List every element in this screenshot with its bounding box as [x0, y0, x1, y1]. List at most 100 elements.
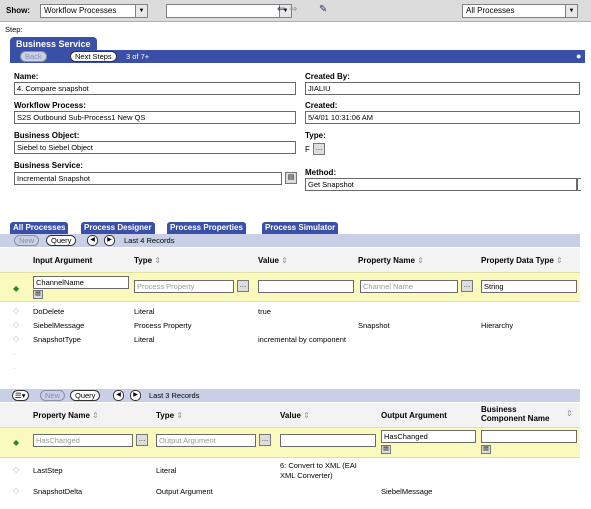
workflow-process-label: Workflow Process: — [14, 101, 86, 110]
created-field[interactable]: 5/4/01 10:31:06 AM — [305, 111, 580, 124]
record-count: 3 of 7+ — [126, 52, 150, 61]
sort-icon: ⇕ — [281, 256, 288, 265]
value-field[interactable] — [258, 280, 354, 293]
tab-process-designer[interactable]: Process Designer — [81, 222, 155, 234]
row-marker-icon: ◇ — [13, 320, 20, 329]
pick-icon[interactable]: ▤ — [381, 445, 391, 454]
pick-icon[interactable]: ▤ — [481, 445, 491, 454]
col-input-argument[interactable]: Input Argument — [33, 256, 92, 265]
applet-title: Business Service — [10, 37, 97, 51]
property-name-field[interactable]: HasChanged — [33, 434, 133, 447]
row-marker-icon: · — [13, 350, 16, 359]
chevron-down-icon: ▼ — [135, 5, 147, 17]
sort-icon: ⇕ — [176, 411, 184, 420]
cell-type: Literal — [156, 466, 177, 475]
cell-property-data-type: Hierarchy — [481, 321, 514, 330]
cell-type: Output Argument — [156, 487, 213, 496]
secondary-select[interactable]: ▼ — [166, 4, 292, 18]
col-output-argument[interactable]: Output Argument — [381, 411, 447, 420]
business-object-field[interactable]: Siebel to Siebel Object — [14, 141, 296, 154]
tab-process-simulator[interactable]: Process Simulator — [262, 222, 339, 234]
pick-icon[interactable]: ▤ — [33, 290, 43, 299]
next-steps-button[interactable]: Next Steps — [70, 51, 117, 62]
cell-type: Literal — [134, 335, 155, 344]
show-label: Show: — [6, 6, 30, 15]
processes-select[interactable]: All Processes ▼ — [462, 4, 578, 18]
type-picker-button[interactable]: … — [313, 143, 325, 155]
col-property-name[interactable]: Property Name ⇕ — [358, 256, 424, 265]
property-data-type-field[interactable]: String — [481, 280, 577, 293]
input-new-button[interactable]: New — [14, 235, 40, 246]
business-service-label: Business Service: — [14, 161, 83, 170]
row-marker-icon: ◇ — [13, 306, 20, 315]
input-records-count: Last 4 Records — [124, 236, 175, 245]
output-argument-field[interactable]: HasChanged — [381, 430, 476, 443]
sort-icon: ⇕ — [92, 411, 99, 420]
row-marker-icon: ◇ — [13, 334, 20, 343]
forward-arrow-icon[interactable]: ⇒ — [289, 3, 297, 17]
cell-input: SnapshotType — [33, 335, 81, 344]
col-business-component-1[interactable]: Business — [481, 405, 517, 414]
selected-row-icon: ◆ — [13, 284, 20, 293]
type-field[interactable]: Process Property — [134, 280, 234, 293]
cell-property-name: Snapshot — [358, 321, 390, 330]
method-field[interactable]: Get Snapshot — [305, 178, 577, 191]
col-property-data-type[interactable]: Property Data Type ⇕ — [481, 256, 563, 265]
name-label: Name: — [14, 72, 39, 81]
edit-icon[interactable]: ✎ — [319, 3, 327, 17]
back-arrow-icon[interactable]: ⇐ — [277, 3, 285, 17]
sort-icon[interactable]: ⇕ — [566, 409, 573, 418]
processes-select-value: All Processes — [466, 6, 515, 15]
output-new-button[interactable]: New — [40, 390, 66, 401]
pick-icon[interactable]: ▤ — [285, 172, 297, 184]
input-query-button[interactable]: Query — [46, 235, 77, 246]
tab-process-properties[interactable]: Process Properties — [167, 222, 246, 234]
business-service-field[interactable]: Incremental Snapshot — [14, 172, 282, 185]
selected-row-icon: ◆ — [13, 438, 20, 447]
next-page-icon[interactable]: ▶ — [130, 390, 141, 401]
sort-icon: ⇕ — [303, 411, 310, 420]
col-type[interactable]: Type ⇕ — [156, 411, 183, 420]
property-name-field[interactable]: Channel Name — [360, 280, 458, 293]
cell-value: incremental by component — [258, 335, 346, 344]
type-picker-button[interactable]: … — [259, 434, 271, 446]
output-records-count: Last 3 Records — [149, 391, 200, 400]
back-button[interactable]: Back — [20, 51, 47, 62]
col-value[interactable]: Value ⇕ — [258, 256, 288, 265]
row-marker-icon: · — [13, 364, 16, 373]
tab-all-processes[interactable]: All Processes — [10, 222, 69, 234]
property-picker-button[interactable]: … — [136, 434, 148, 446]
business-component-field[interactable] — [481, 430, 577, 443]
name-field[interactable]: 4. Compare snapshot — [14, 82, 296, 95]
cell-value: true — [258, 307, 271, 316]
show-select[interactable]: Workflow Processes ▼ — [40, 4, 148, 18]
method-label: Method: — [305, 168, 337, 177]
step-label: Step: — [5, 25, 23, 34]
type-field[interactable]: Output Argument — [156, 434, 256, 447]
col-type[interactable]: Type ⇕ — [134, 256, 161, 265]
options-icon[interactable]: ● — [576, 51, 581, 61]
output-query-button[interactable]: Query — [70, 390, 101, 401]
cell-type: Literal — [134, 307, 155, 316]
type-picker-button[interactable]: … — [237, 280, 249, 292]
sort-icon: ⇕ — [417, 256, 424, 265]
menu-button[interactable]: ☰▾ — [12, 390, 29, 401]
input-argument-field[interactable]: ChannelName — [33, 276, 129, 289]
prev-page-icon[interactable]: ◀ — [87, 235, 98, 246]
workflow-process-field[interactable]: S2S Outbound Sub-Process1 New QS — [14, 111, 296, 124]
value-field[interactable] — [280, 434, 376, 447]
col-business-component-2[interactable]: Component Name — [481, 414, 549, 423]
method-pick-button[interactable] — [577, 178, 581, 191]
cell-input: SiebelMessage — [33, 321, 85, 330]
toolbar: Show: Workflow Processes ▼ ▼ ⇐ ⇒ ✎ All P… — [0, 0, 591, 22]
sort-icon: ⇕ — [154, 256, 162, 265]
property-picker-button[interactable]: … — [461, 280, 473, 292]
show-select-value: Workflow Processes — [44, 6, 117, 15]
cell-output-argument: SiebelMessage — [381, 487, 433, 496]
next-page-icon[interactable]: ▶ — [104, 235, 115, 246]
created-by-field[interactable]: JIALIU — [305, 82, 580, 95]
col-value[interactable]: Value ⇕ — [280, 411, 310, 420]
prev-page-icon[interactable]: ◀ — [113, 390, 124, 401]
type-value: F — [305, 145, 310, 154]
col-property-name[interactable]: Property Name ⇕ — [33, 411, 99, 420]
